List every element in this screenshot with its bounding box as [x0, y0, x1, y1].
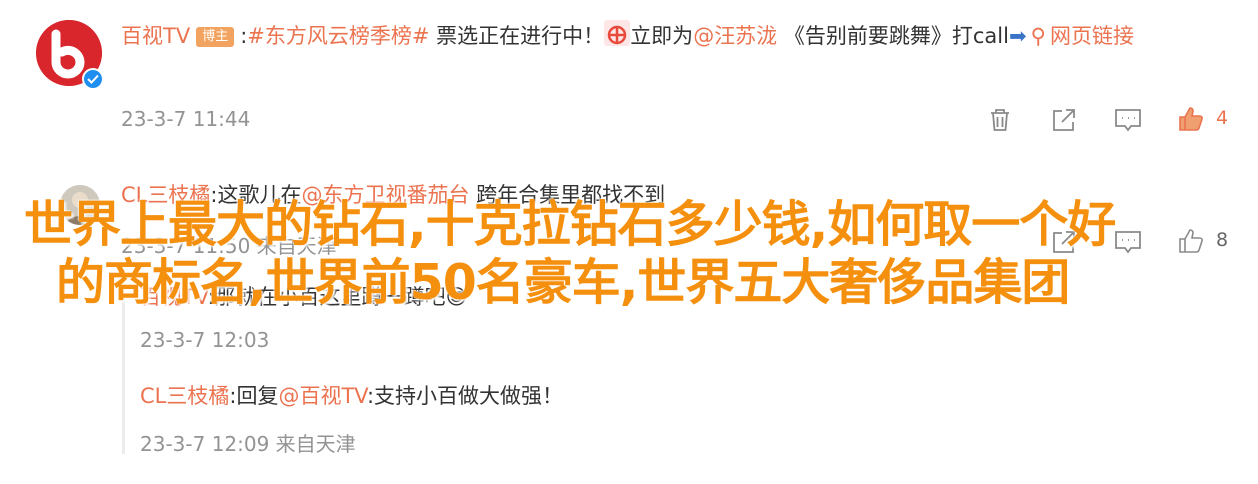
web-link[interactable]: 网页链接	[1050, 24, 1134, 48]
comment-timestamp: 23-3-7 11:44	[121, 107, 251, 131]
comment-text-after-hot: 立即为	[630, 24, 694, 48]
mention-link[interactable]: @汪苏泷	[693, 24, 777, 48]
blogger-badge: 博主	[196, 27, 235, 47]
arrow-emoji: ➡	[1008, 24, 1027, 48]
reply2-body: :支持小百做大做强！	[366, 384, 564, 408]
comment-icon[interactable]	[1113, 106, 1143, 134]
reply2-timestamp: 23-3-7 12:09 来自天津	[140, 432, 356, 456]
overlay-line-1: 世界上最大的钻石,十克拉钻石多少钱,如何取一个好	[24, 196, 1116, 253]
comment-text-after-mention: 《告别前要跳舞》打call	[777, 24, 1009, 48]
avatar-baishitv[interactable]	[36, 20, 104, 90]
comment-text: 百视TV 博主:#东方风云榜季榜# 票选正在进行中！ 立即为@汪苏泷 《告别前要跳舞…	[121, 15, 1236, 57]
like-count: 4	[1216, 107, 1229, 129]
overlay-headline: 世界上最大的钻石,十克拉钻石多少钱,如何取一个好 的商标名,世界前50名豪车,世…	[24, 196, 1224, 312]
reply1-timestamp: 23-3-7 12:03	[140, 328, 270, 352]
hot-icon	[604, 20, 631, 46]
like-icon[interactable]	[1176, 104, 1206, 134]
reply2-text: CL三枝橘:回复@百视TV:支持小百做大做强！	[140, 375, 563, 417]
link-icon: ⚲	[1030, 24, 1046, 48]
comment-username[interactable]: 百视TV	[121, 24, 190, 48]
delete-icon[interactable]	[986, 106, 1014, 134]
reply2-username[interactable]: CL三枝橘	[140, 384, 229, 408]
share-icon[interactable]	[1050, 106, 1078, 134]
verified-icon	[82, 68, 104, 90]
reply2-prefix: :回复	[229, 384, 279, 408]
hashtag-link[interactable]: #东方风云榜季榜#	[247, 24, 429, 48]
comment-text-middle: 票选正在进行中！	[429, 24, 605, 48]
reply2-mention[interactable]: @百视TV	[278, 384, 366, 408]
overlay-line-2: 的商标名,世界前50名豪车,世界五大奢侈品集团	[56, 254, 1070, 311]
